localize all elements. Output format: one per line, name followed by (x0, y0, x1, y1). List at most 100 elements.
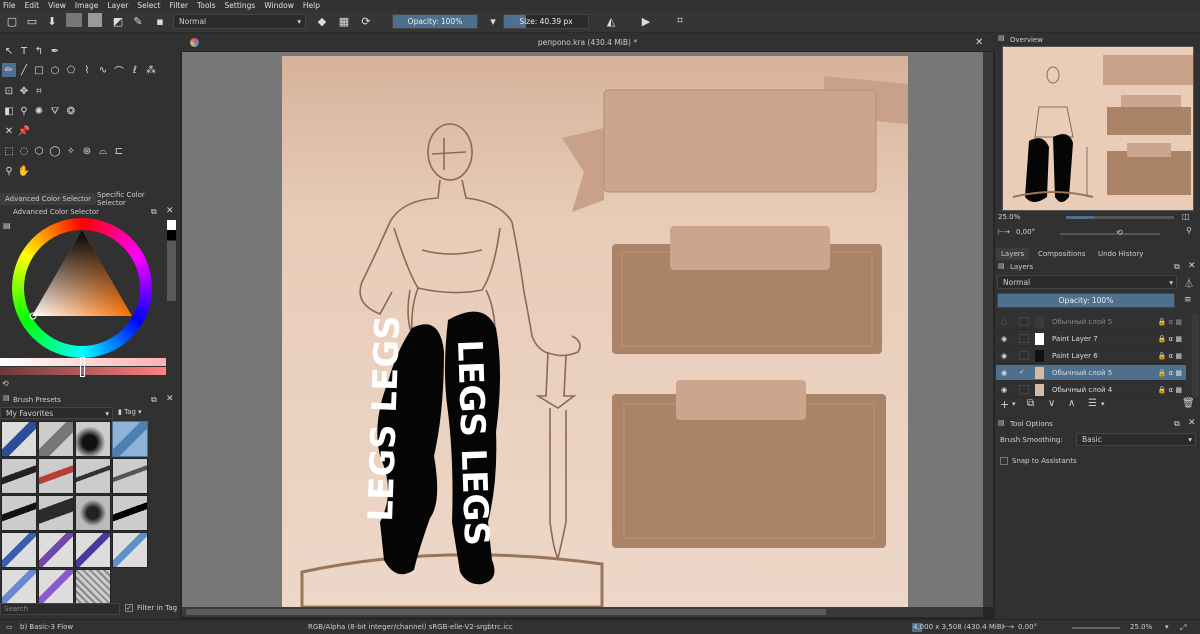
gradient-selector-icon[interactable] (66, 13, 82, 27)
brush-preset-thumb[interactable] (1, 458, 37, 494)
close-icon[interactable]: ✕ (1188, 261, 1196, 271)
vertical-scrollbar[interactable] (983, 52, 993, 607)
bezier-select-icon[interactable]: ⌓ (96, 144, 110, 158)
foreground-color-swatch[interactable] (167, 220, 176, 230)
layer-row[interactable]: ◉ Обычный слой 4 🔒 α ▦ (996, 382, 1186, 398)
menu-item-file[interactable]: File (3, 1, 16, 10)
dynamic-brush-icon[interactable]: ℓ (128, 63, 142, 77)
brush-preset-thumb[interactable] (112, 458, 148, 494)
select-shapes-icon[interactable]: ↖ (2, 44, 16, 58)
pin-icon[interactable]: ⚲ (1186, 226, 1192, 235)
size-slider[interactable]: Size: 40.39 px (503, 14, 589, 29)
brush-preset-thumb[interactable] (38, 458, 74, 494)
close-icon[interactable]: ✕ (166, 206, 174, 216)
slider-handle[interactable] (80, 357, 85, 377)
magnetic-select-icon[interactable]: ⊏ (112, 144, 126, 158)
brush-preset-thumb[interactable] (1, 421, 37, 457)
multibrush-icon[interactable]: ⁂ (144, 63, 158, 77)
freehand-select-icon[interactable]: ◯ (48, 144, 62, 158)
polygon-select-icon[interactable]: ⬡ (32, 144, 46, 158)
menu-item-tools[interactable]: Tools (197, 1, 215, 10)
layer-row[interactable]: ◉ Paint Layer 6 🔒 α ▦ (996, 348, 1186, 364)
crop-tool-icon[interactable]: ⌗ (32, 84, 46, 98)
rotation-slider[interactable] (1060, 233, 1160, 235)
layer-checkbox[interactable] (1019, 334, 1029, 343)
layer-checkbox[interactable] (1019, 317, 1029, 326)
reload-preset-icon[interactable]: ⟳ (358, 13, 374, 29)
layer-lock-alpha-icon[interactable]: 🔒 α ▦ (1158, 352, 1182, 360)
opacity-slider[interactable]: Opacity: 100% (392, 14, 478, 29)
ellipse-tool-icon[interactable]: ○ (48, 63, 62, 77)
float-panel-icon[interactable]: ⧉ (151, 207, 157, 217)
filter-layers-icon[interactable]: ⏃ (1184, 275, 1194, 290)
tab-compositions[interactable]: Compositions (1033, 248, 1090, 260)
alpha-lock-icon[interactable]: ▦ (336, 13, 352, 29)
background-color-swatch[interactable] (167, 230, 176, 240)
colorize-mask-icon[interactable]: ✺ (32, 104, 46, 118)
brush-preset-thumb[interactable] (38, 495, 74, 531)
text-tool-icon[interactable]: T (17, 44, 31, 58)
layer-blend-mode-select[interactable]: Normal ▾ (997, 275, 1177, 289)
save-icon[interactable]: ⬇ (44, 13, 60, 29)
move-layer-down-icon[interactable]: ∨ (1048, 398, 1055, 409)
layer-lock-alpha-icon[interactable]: 🔒 α ▦ (1158, 318, 1182, 326)
horizontal-scrollbar[interactable] (182, 607, 983, 617)
pan-tool-icon[interactable]: ✋ (17, 164, 31, 178)
menu-item-edit[interactable]: Edit (25, 1, 40, 10)
eye-icon[interactable]: ◉ (1001, 386, 1013, 394)
scrollbar-thumb[interactable] (186, 609, 826, 615)
tag-button[interactable]: ▮ Tag ▾ (118, 408, 142, 416)
artwork-canvas[interactable]: LEGS LEGS LEGS LEGS (182, 52, 983, 607)
menu-item-view[interactable]: View (48, 1, 66, 10)
menu-item-settings[interactable]: Settings (225, 1, 256, 10)
tab-advanced-color-selector[interactable]: Advanced Color Selector (0, 193, 97, 205)
tab-undo-history[interactable]: Undo History (1093, 248, 1148, 260)
ellipse-select-icon[interactable]: ◌ (17, 144, 31, 158)
layer-row-selected[interactable]: ◉ ✓ Обычный слой 5 🔒 α ▦ (996, 365, 1186, 381)
zoom-tool-icon[interactable]: ⚲ (2, 164, 16, 178)
refresh-icon[interactable]: ⟲ (2, 379, 9, 388)
chevron-down-icon[interactable]: ▾ (1165, 623, 1169, 631)
float-panel-icon[interactable]: ⧉ (1174, 262, 1180, 272)
brush-preset-thumb[interactable] (112, 532, 148, 568)
float-panel-icon[interactable]: ⧉ (151, 395, 157, 405)
eraser-icon[interactable]: ◆ (314, 13, 330, 29)
eye-hidden-icon[interactable]: ◌ (1001, 318, 1013, 326)
blend-mode-select[interactable]: Normal ▾ (173, 14, 306, 29)
pattern-selector-icon[interactable] (88, 13, 102, 27)
smart-patch-icon[interactable]: ❂ (64, 104, 78, 118)
layer-checkbox[interactable] (1019, 351, 1029, 360)
brush-preset-thumb[interactable] (75, 458, 111, 494)
filter-in-tag-checkbox[interactable]: ✓ (125, 604, 133, 612)
fill-tool-icon[interactable]: ⛛ (48, 104, 62, 118)
menu-item-layer[interactable]: Layer (107, 1, 128, 10)
gradient-tool-icon[interactable]: ◧ (2, 104, 16, 118)
close-icon[interactable]: ✕ (166, 394, 174, 404)
assistant-tool-icon[interactable]: ✕ (2, 124, 16, 138)
layer-checkbox[interactable] (1019, 385, 1029, 394)
tab-layers[interactable]: Layers (996, 248, 1030, 260)
mirror-vertical-icon[interactable]: ▶ (638, 13, 654, 29)
mirror-horizontal-icon[interactable]: ◭ (603, 13, 619, 29)
mirror-view-icon[interactable]: ◫ (1182, 212, 1190, 221)
overview-thumbnail[interactable] (1002, 46, 1194, 211)
canvas-viewport[interactable]: LEGS LEGS LEGS LEGS (182, 52, 983, 607)
menu-item-help[interactable]: Help (303, 1, 320, 10)
chevron-down-icon[interactable]: ▾ (1101, 400, 1105, 408)
color-history-strip[interactable] (167, 241, 176, 301)
status-zoom-slider[interactable] (1072, 627, 1120, 629)
open-document-icon[interactable]: ▭ (24, 13, 40, 29)
contiguous-select-icon[interactable]: ✧ (64, 144, 78, 158)
close-icon[interactable]: ✕ (1188, 418, 1196, 428)
rect-select-icon[interactable]: ⬚ (2, 144, 16, 158)
chevron-down-icon[interactable]: ▾ (488, 13, 498, 29)
similar-select-icon[interactable]: ⊛ (80, 144, 94, 158)
rectangle-tool-icon[interactable]: □ (32, 63, 46, 77)
color-swap-icon[interactable]: ◩ (110, 13, 126, 29)
chevron-down-icon[interactable]: ▾ (1012, 400, 1016, 408)
layer-menu-icon[interactable]: ≡ (1184, 295, 1192, 305)
layer-opacity-slider[interactable]: Opacity: 100% (997, 293, 1175, 308)
brush-preset-thumb[interactable] (112, 495, 148, 531)
close-document-icon[interactable]: ✕ (975, 37, 983, 48)
add-layer-icon[interactable]: + (1000, 398, 1009, 411)
